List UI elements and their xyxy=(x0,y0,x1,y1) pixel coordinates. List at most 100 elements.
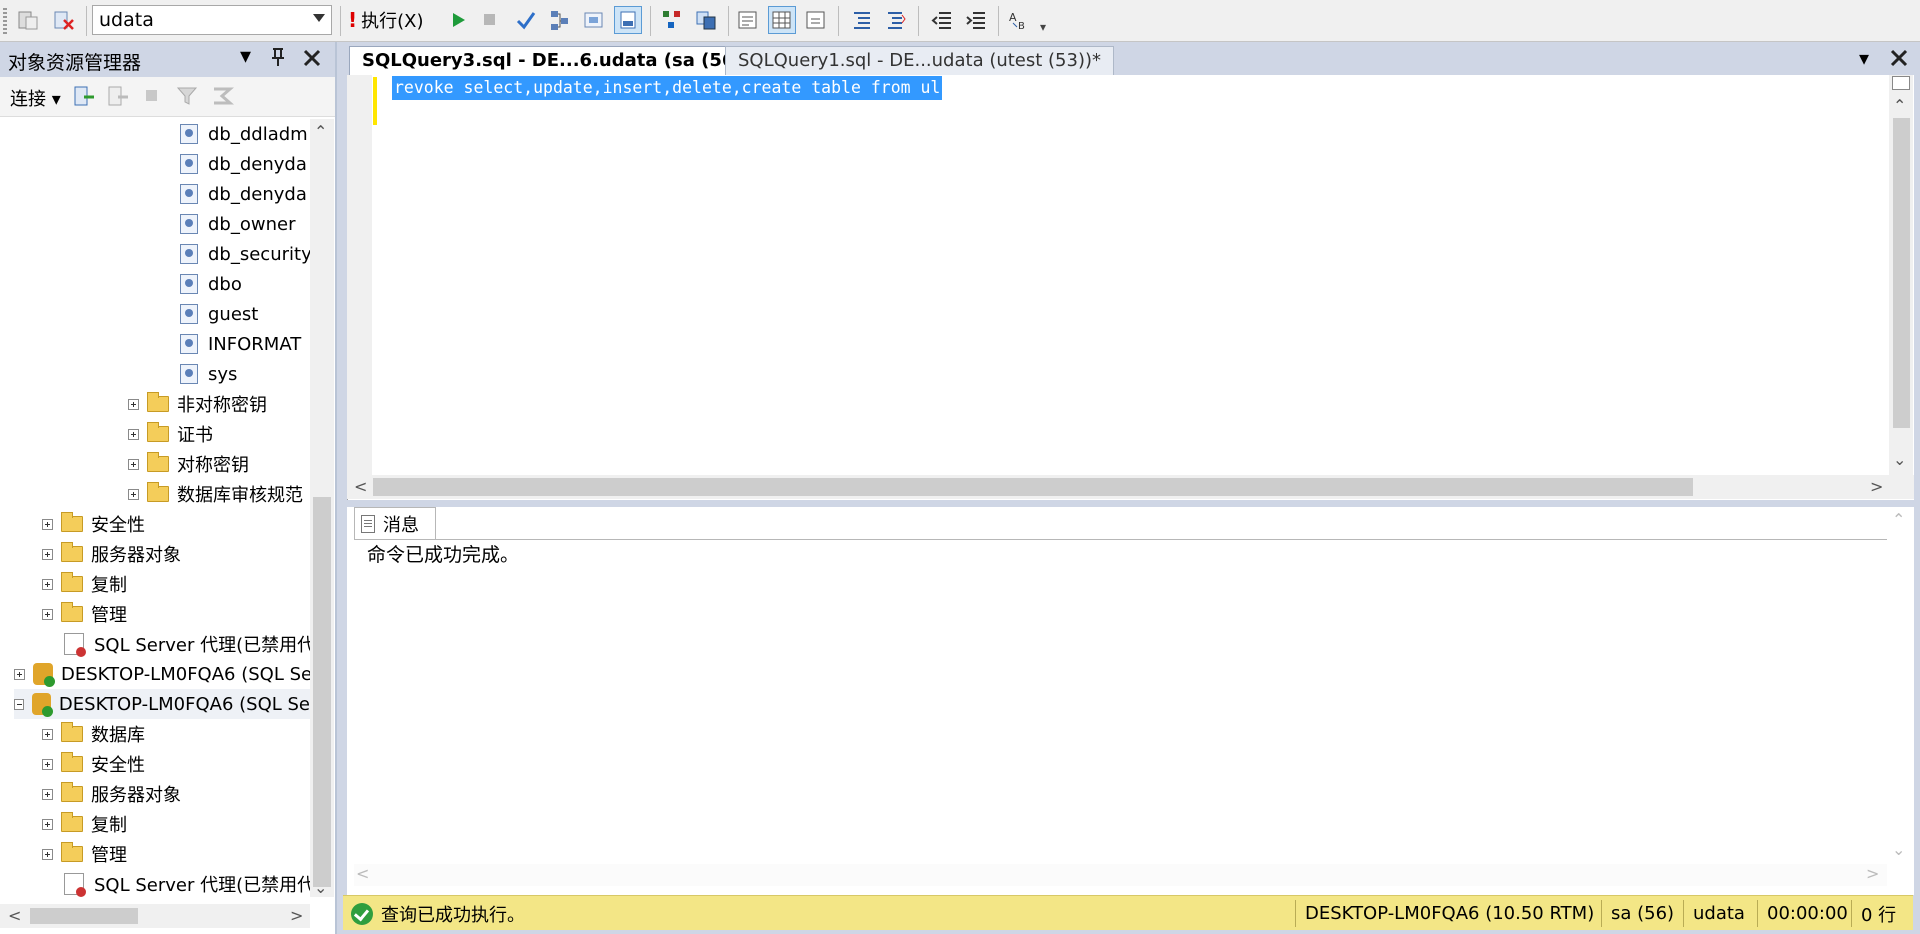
results-scroll-right-icon[interactable]: > xyxy=(1866,864,1879,883)
tree-node[interactable]: 数据库 xyxy=(42,719,145,749)
scroll-left-icon[interactable]: < xyxy=(8,906,21,925)
expand-icon[interactable] xyxy=(128,458,139,470)
filter-icon[interactable] xyxy=(176,85,198,112)
debug-play-icon[interactable] xyxy=(444,6,472,34)
tree-node[interactable]: 对称密钥 xyxy=(128,449,249,479)
expand-icon[interactable] xyxy=(42,518,53,530)
tree-node[interactable]: db_denyda xyxy=(180,149,307,179)
scroll-right-icon[interactable]: > xyxy=(290,906,303,925)
results-grid-icon[interactable] xyxy=(768,6,796,34)
editor-scroll-down-icon[interactable]: ⌄ xyxy=(1893,450,1906,469)
tree-node[interactable]: 服务器对象 xyxy=(42,779,181,809)
expand-icon[interactable] xyxy=(42,728,53,740)
tree-node[interactable]: 服务器对象 xyxy=(42,539,181,569)
pin-icon[interactable] xyxy=(270,46,286,74)
tree-node[interactable]: INFORMAT xyxy=(180,329,301,359)
expand-icon[interactable] xyxy=(42,578,53,590)
editor-gutter xyxy=(347,75,372,475)
tree-horizontal-scroll-thumb[interactable] xyxy=(30,908,138,924)
editor-scroll-up-icon[interactable]: ⌃ xyxy=(1893,96,1906,115)
tree-node[interactable]: DESKTOP-LM0FQA6 (SQL Se xyxy=(14,659,310,689)
editor-scroll-left-icon[interactable]: < xyxy=(354,477,367,496)
stop-icon[interactable] xyxy=(476,6,504,34)
query-editor[interactable] xyxy=(347,75,1914,500)
close-tab-icon[interactable] xyxy=(1889,46,1909,73)
expand-icon[interactable] xyxy=(42,758,53,770)
tree-node[interactable]: 数据库审核规范 xyxy=(128,479,303,509)
parse-check-icon[interactable] xyxy=(512,6,540,34)
display-plan-icon[interactable] xyxy=(546,6,574,34)
tree-vertical-scroll-thumb[interactable] xyxy=(313,497,331,887)
tree-node[interactable]: db_denyda xyxy=(180,179,307,209)
tree-node[interactable]: 安全性 xyxy=(42,749,145,779)
tree-node[interactable]: 复制 xyxy=(42,569,127,599)
comment-lines-icon[interactable] xyxy=(848,6,876,34)
tree-node[interactable]: SQL Server 代理(已禁用代 xyxy=(64,869,310,899)
editor-split-button[interactable] xyxy=(1892,76,1910,90)
client-statistics-icon[interactable] xyxy=(692,6,720,34)
expand-icon[interactable] xyxy=(42,788,53,800)
tree-node[interactable]: 管理 xyxy=(42,599,127,629)
results-to-text-icon[interactable] xyxy=(734,6,762,34)
disconnect-icon[interactable] xyxy=(50,6,78,34)
scroll-up-icon[interactable]: ⌃ xyxy=(314,122,327,141)
expand-icon[interactable] xyxy=(42,818,53,830)
sql-code-line[interactable]: revoke select,update,insert,delete,creat… xyxy=(392,76,943,100)
results-to-file-icon[interactable] xyxy=(802,6,830,34)
editor-results-splitter[interactable] xyxy=(339,500,1920,507)
query-options-icon[interactable] xyxy=(580,6,608,34)
expand-icon[interactable] xyxy=(42,848,53,860)
tree-node[interactable]: dbo xyxy=(180,269,242,299)
tree-node[interactable]: 复制 xyxy=(42,809,127,839)
expand-icon[interactable] xyxy=(128,428,139,440)
results-horizontal-scrollbar[interactable] xyxy=(354,864,1887,886)
increase-indent-icon[interactable] xyxy=(962,6,990,34)
tree-node[interactable]: sys xyxy=(180,359,237,389)
tab-label: SQLQuery1.sql - DE...udata (utest (53))* xyxy=(738,50,1102,71)
editor-vertical-scroll-thumb[interactable] xyxy=(1893,118,1910,428)
tree-node[interactable]: db_security xyxy=(180,239,310,269)
specify-values-icon[interactable]: AB xyxy=(1006,6,1034,34)
execute-button[interactable]: ! 执行(X) xyxy=(348,6,424,34)
results-to-grid-icon[interactable] xyxy=(614,6,642,34)
tree-node[interactable]: 安全性 xyxy=(42,509,145,539)
uncomment-lines-icon[interactable] xyxy=(882,6,910,34)
tree-node[interactable]: 非对称密钥 xyxy=(128,389,267,419)
tree-node[interactable]: 管理 xyxy=(42,839,127,869)
window-position-dropdown-icon[interactable]: ▾ xyxy=(240,44,251,69)
refresh-icon[interactable] xyxy=(210,85,234,112)
tree-node[interactable]: SQL Server 代理(已禁用代 xyxy=(64,629,310,659)
tree-node[interactable]: db_owner xyxy=(180,209,295,239)
tree-node[interactable]: 证书 xyxy=(128,419,213,449)
tab-messages[interactable]: 消息 xyxy=(354,507,436,539)
expand-icon[interactable] xyxy=(128,488,139,500)
include-plan-icon[interactable] xyxy=(658,6,686,34)
editor-horizontal-scroll-thumb[interactable] xyxy=(373,478,1693,496)
connect-object-explorer-icon[interactable] xyxy=(72,85,96,112)
close-icon[interactable] xyxy=(302,46,322,74)
results-scroll-down-icon[interactable]: ⌄ xyxy=(1892,840,1905,859)
expand-icon[interactable] xyxy=(42,608,53,620)
toolbar-overflow-icon[interactable]: ▾ xyxy=(1040,20,1046,34)
expand-icon[interactable] xyxy=(14,668,25,680)
stop-explorer-icon[interactable] xyxy=(144,88,160,109)
tab-sqlquery3[interactable]: SQLQuery3.sql - DE...6.udata (sa (56))* xyxy=(349,46,774,75)
disconnect-explorer-icon[interactable] xyxy=(106,85,130,112)
expand-icon[interactable] xyxy=(42,548,53,560)
tree-node-selected[interactable]: DESKTOP-LM0FQA6 (SQL Se xyxy=(14,689,310,719)
tab-sqlquery1[interactable]: SQLQuery1.sql - DE...udata (utest (53))* xyxy=(725,46,1115,75)
results-scroll-up-icon[interactable]: ⌃ xyxy=(1892,510,1905,529)
decrease-indent-icon[interactable] xyxy=(928,6,956,34)
database-select[interactable]: udata xyxy=(92,5,332,35)
results-scroll-left-icon[interactable]: < xyxy=(356,864,369,883)
toolbar-grip[interactable] xyxy=(3,8,7,34)
editor-scroll-right-icon[interactable]: > xyxy=(1870,477,1883,496)
collapse-icon[interactable] xyxy=(14,698,25,710)
tree-node[interactable]: db_ddladm xyxy=(180,119,308,149)
expand-icon[interactable] xyxy=(128,398,139,410)
active-files-dropdown-icon[interactable]: ▾ xyxy=(1859,46,1869,70)
connect-button[interactable]: 连接 ▾ xyxy=(10,85,61,111)
tree-node[interactable]: guest xyxy=(180,299,258,329)
change-connection-icon[interactable] xyxy=(14,6,42,34)
scroll-down-icon[interactable]: ⌄ xyxy=(314,878,327,897)
